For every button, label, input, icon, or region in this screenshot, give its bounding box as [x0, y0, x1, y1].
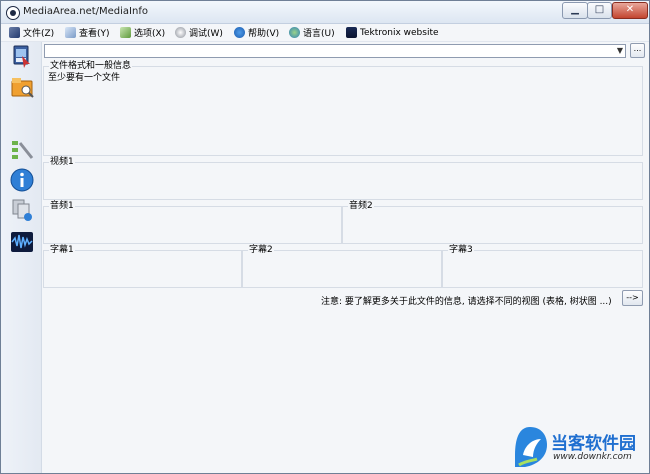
minimize-button[interactable]: ▁ [562, 2, 588, 19]
audio1-group: 音频1 [43, 201, 342, 244]
general-info-content: 至少要有一个文件 [48, 73, 121, 83]
language-icon [289, 27, 300, 38]
toolbar-sidebar [1, 42, 42, 473]
debug-icon [175, 27, 186, 38]
help-icon [234, 27, 245, 38]
menu-tektronix-label: Tektronix website [360, 27, 439, 38]
text2-title: 字幕2 [248, 245, 274, 256]
file-icon [9, 27, 20, 38]
watermark-url: www.downkr.com [553, 452, 632, 462]
text1-title: 字幕1 [49, 245, 75, 256]
text2-group: 字幕2 [242, 245, 442, 288]
info-icon[interactable] [10, 168, 34, 192]
chevron-down-icon[interactable]: ▼ [617, 46, 623, 55]
menu-view-label: 查看(Y) [79, 29, 110, 39]
waveform-icon[interactable] [10, 230, 34, 254]
view-icon [65, 27, 76, 38]
tektronix-icon [346, 27, 357, 38]
menu-tektronix-website[interactable]: Tektronix website [346, 26, 439, 39]
video1-title: 视频1 [49, 157, 75, 168]
watermark-logo-icon [515, 427, 547, 467]
general-info-group: 文件格式和一般信息 至少要有一个文件 [43, 61, 643, 156]
general-info-title: 文件格式和一般信息 [49, 61, 133, 72]
menu-view[interactable]: 查看(Y) [65, 26, 110, 39]
text1-group: 字幕1 [43, 245, 242, 288]
menu-options-label: 选项(X) [134, 29, 166, 39]
menu-language-label: 语言(U) [303, 29, 335, 39]
maximize-button[interactable]: □ [587, 2, 612, 19]
mediainfo-logo-icon [6, 6, 20, 20]
audio1-title: 音频1 [49, 201, 75, 212]
view-hint-note: 注意: 要了解更多关于此文件的信息, 请选择不同的视图 (表格, 树状图 ...… [321, 297, 612, 307]
menu-debug-label: 调试(W) [189, 29, 223, 39]
window-title: MediaArea.net/MediaInfo [23, 6, 148, 17]
main-window: MediaArea.net/MediaInfo ▁ □ ✕ 文件(Z) 查看(Y… [0, 0, 650, 474]
menu-help[interactable]: 帮助(V) [234, 26, 279, 39]
menu-language[interactable]: 语言(U) [289, 26, 335, 39]
open-file-icon[interactable] [10, 44, 34, 68]
menu-bar: 文件(Z) 查看(Y) 选项(X) 调试(W) 帮助(V) 语言(U) Tekt… [1, 24, 649, 42]
export-icon[interactable] [10, 198, 34, 222]
menu-file[interactable]: 文件(Z) [9, 26, 54, 39]
site-watermark: 当客软件园 www.downkr.com [511, 425, 647, 471]
close-button[interactable]: ✕ [612, 2, 648, 19]
menu-file-label: 文件(Z) [23, 29, 55, 39]
audio2-title: 音频2 [348, 201, 374, 212]
file-select-combobox[interactable]: ▼ [44, 44, 626, 58]
options-icon [120, 27, 131, 38]
text3-title: 字幕3 [448, 245, 474, 256]
main-panel: ▼ ... 文件格式和一般信息 至少要有一个文件 视频1 音频1 音频2 字幕1… [42, 42, 649, 473]
video1-group: 视频1 [43, 157, 643, 200]
open-folder-icon[interactable] [10, 75, 34, 99]
text3-group: 字幕3 [442, 245, 643, 288]
next-view-button[interactable]: --> [622, 290, 643, 306]
title-bar[interactable]: MediaArea.net/MediaInfo ▁ □ ✕ [1, 1, 649, 24]
audio2-group: 音频2 [342, 201, 643, 244]
menu-debug[interactable]: 调试(W) [175, 26, 223, 39]
menu-options[interactable]: 选项(X) [120, 26, 165, 39]
watermark-title: 当客软件园 [551, 434, 636, 454]
menu-help-label: 帮助(V) [248, 29, 280, 39]
preferences-icon[interactable] [10, 138, 34, 162]
browse-button[interactable]: ... [630, 43, 645, 58]
